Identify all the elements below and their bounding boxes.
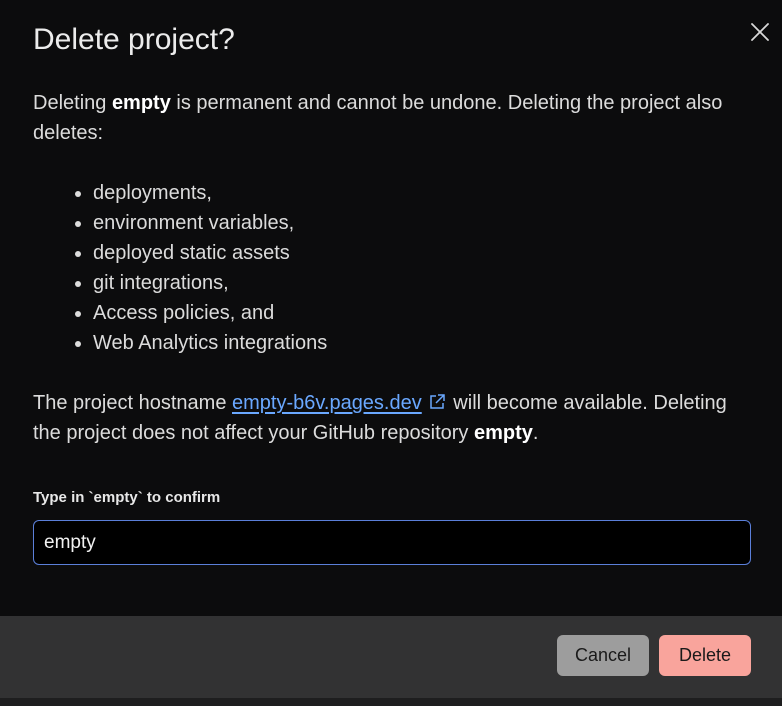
list-item: Access policies, and	[93, 298, 327, 328]
list-item: git integrations,	[93, 268, 327, 298]
repo-suffix: .	[532, 422, 539, 444]
intro-paragraph: Deleting empty is permanent and cannot b…	[33, 88, 748, 148]
delete-project-dialog: Delete project? Deleting empty is perman…	[0, 0, 782, 706]
cancel-button[interactable]: Cancel	[557, 635, 649, 676]
hostname-link[interactable]: empty-b6v.pages.dev	[232, 392, 422, 414]
delete-button[interactable]: Delete	[659, 635, 751, 676]
confirm-input[interactable]	[33, 520, 751, 565]
deletes-list: deployments, environment variables, depl…	[33, 178, 327, 358]
list-item: deployments,	[93, 178, 327, 208]
hostname-prefix: The project hostname	[33, 392, 232, 414]
footer-divider	[0, 698, 782, 706]
list-item: environment variables,	[93, 208, 327, 238]
external-link-icon[interactable]	[428, 390, 446, 409]
close-button[interactable]	[748, 20, 772, 44]
repo-name: empty	[473, 422, 533, 444]
list-item: deployed static assets	[93, 238, 327, 268]
dialog-title: Delete project?	[33, 23, 235, 56]
close-icon	[751, 23, 769, 41]
list-item: Web Analytics integrations	[93, 328, 327, 358]
intro-prefix: Deleting	[33, 92, 112, 114]
hostname-paragraph: The project hostname empty-b6v.pages.dev…	[33, 388, 748, 448]
confirm-label: Type in `empty` to confirm	[33, 489, 221, 506]
project-name: empty	[111, 92, 171, 114]
